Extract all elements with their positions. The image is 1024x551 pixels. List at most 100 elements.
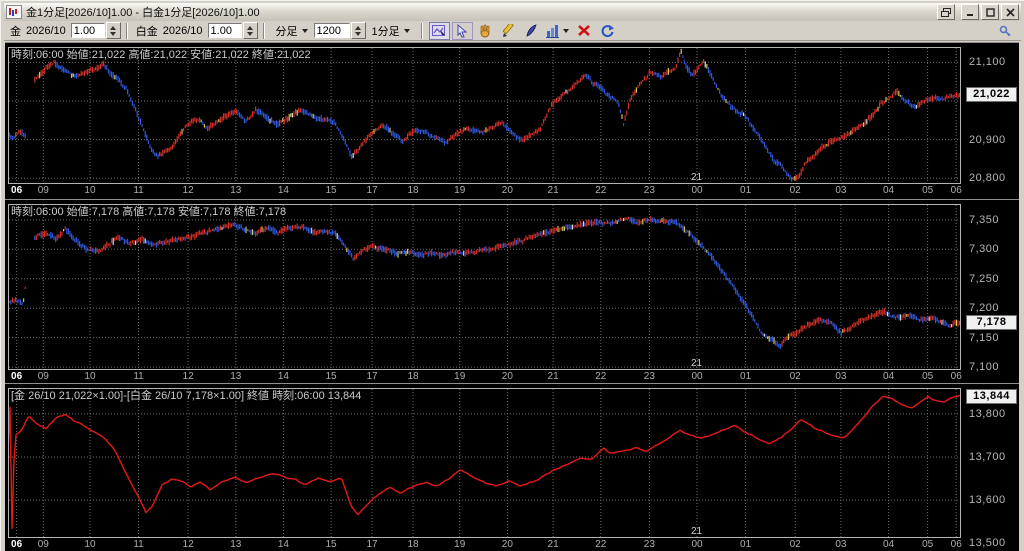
bar-count-input[interactable]: 1200 — [313, 23, 350, 38]
x-axis-label: 14 — [277, 185, 289, 196]
platinum-last-price-label: 7,178 — [966, 315, 1017, 331]
platinum-y-axis: 7,178 7,350 7,300 7,250 7,200 7,150 7,100 — [963, 200, 1019, 383]
timeframe-dropdown[interactable]: 1分足 — [370, 23, 412, 39]
x-axis-label: 10 — [84, 185, 96, 196]
gold-ohlc-info: 時刻:06:00 始値:21,022 高値:21,022 安値:21,022 終… — [11, 49, 311, 61]
x-axis-label: 00 — [691, 185, 703, 196]
y-axis-label: 13,700 — [969, 450, 1006, 463]
maximize-button[interactable] — [981, 4, 999, 20]
delete-drawing-button[interactable] — [574, 22, 595, 40]
platinum-multiplier-spinner[interactable] — [242, 22, 258, 39]
x-axis-label: 13 — [230, 539, 242, 550]
gold-x-axis: 06 09 10 11 12 13 14 15 17 18 19 20 21 22 23 00 01 02 03 04… — [8, 185, 962, 198]
window-title: 金1分足[2026/10]1.00 - 白金1分足[2026/10]1.00 — [26, 7, 260, 19]
x-axis-label: 19 — [454, 371, 466, 382]
x-axis-label: 11 — [133, 539, 144, 550]
x-axis-label: 17 — [366, 371, 378, 382]
chart-cursor-tool-button[interactable] — [428, 21, 450, 40]
y-axis-label: 7,250 — [969, 272, 1000, 285]
refresh-button[interactable] — [597, 22, 618, 40]
x-axis-label: 14 — [277, 371, 289, 382]
x-axis-label: 06 — [11, 539, 23, 550]
y-axis-label: 13,500 — [969, 537, 1006, 550]
y-axis-label: 20,800 — [969, 172, 1006, 185]
x-axis-label: 01 — [740, 185, 752, 196]
hand-icon — [480, 24, 490, 37]
x-axis-label: 15 — [325, 371, 337, 382]
pen-tool-button[interactable] — [521, 22, 542, 40]
platinum-symbol-label: 白金 — [135, 25, 158, 38]
x-axis-label: 22 — [595, 371, 607, 382]
interval-dropdown[interactable]: 分足 — [274, 23, 310, 39]
y-axis-label: 20,900 — [969, 133, 1006, 146]
chart-cursor-icon — [432, 24, 446, 36]
timeframe-dropdown-label: 1分足 — [371, 25, 400, 38]
select-tool-button[interactable] — [451, 21, 473, 40]
x-axis-label: 22 — [595, 539, 607, 550]
gold-multiplier-input[interactable]: 1.00 — [70, 23, 105, 38]
x-axis-label: 09 — [37, 371, 49, 382]
gold-candle-plot[interactable]: 21 — [8, 47, 961, 184]
x-axis-label: 15 — [325, 185, 337, 196]
x-axis-label: 19 — [454, 539, 466, 550]
refresh-icon — [601, 24, 614, 37]
spread-formula-info: [金 26/10 21,022×1.00]-[白金 26/10 7,178×1.… — [11, 390, 362, 402]
toolbar-separator — [262, 22, 265, 39]
x-axis-label: 20 — [501, 185, 513, 196]
x-axis-label: 19 — [454, 185, 466, 196]
x-axis-label: 03 — [835, 539, 847, 550]
spread-chart-panel: 21 [金 26/10 21,022×1.00]-[白金 26/10 7,178… — [5, 383, 1019, 551]
spread-last-price-label: 13,844 — [966, 388, 1017, 404]
pencil-tool-button[interactable] — [498, 22, 519, 40]
minimize-button[interactable] — [961, 4, 979, 20]
x-axis-label: 20 — [501, 371, 513, 382]
select-arrow-icon — [457, 23, 468, 37]
x-axis-label: 03 — [835, 185, 847, 196]
x-axis-label: 10 — [84, 539, 96, 550]
chevron-down-icon — [403, 28, 410, 33]
x-axis-label: 21 — [547, 185, 559, 196]
y-axis-label: 21,100 — [969, 56, 1006, 69]
x-axis-label: 20 — [501, 539, 513, 550]
toolbar: 金 2026/10 1.00 白金 2026/10 1.00 分足 1200 1… — [4, 21, 1021, 41]
toolbar-separator — [420, 22, 423, 39]
cascade-windows-button[interactable] — [937, 4, 955, 20]
pan-tool-button[interactable] — [475, 22, 496, 40]
x-axis-label: 02 — [789, 371, 801, 382]
gold-y-axis: 21,022 21,100 20,900 20,800 — [963, 43, 1019, 199]
x-axis-label: 01 — [740, 539, 752, 550]
x-axis-label: 04 — [883, 185, 895, 196]
x-axis-label: 06 — [11, 185, 23, 196]
x-axis-label: 00 — [691, 371, 703, 382]
platinum-chart-panel: 21 時刻:06:00 始値:7,178 高値:7,178 安値:7,178 終… — [5, 199, 1019, 383]
pen-icon — [526, 23, 537, 37]
x-axis-label: 11 — [133, 185, 144, 196]
y-axis-label: 13,600 — [969, 494, 1006, 507]
y-axis-label: 7,150 — [969, 331, 1000, 344]
spread-line-plot[interactable]: 21 — [8, 388, 961, 538]
bar-count-spinner[interactable] — [350, 22, 366, 39]
x-axis-label: 00 — [691, 539, 703, 550]
spread-y-axis: 13,844 13,800 13,700 13,600 13,500 — [963, 384, 1019, 551]
gold-multiplier-spinner[interactable] — [105, 22, 121, 39]
chart-window: 金1分足[2026/10]1.00 - 白金1分足[2026/10]1.00 金… — [0, 0, 1024, 551]
x-axis-label: 11 — [133, 371, 144, 382]
x-axis-label: 05 — [922, 371, 934, 382]
x-axis-label: 04 — [883, 371, 895, 382]
x-axis-label: 09 — [37, 185, 49, 196]
platinum-multiplier-input[interactable]: 1.00 — [207, 23, 242, 38]
x-axis-label: 17 — [366, 539, 378, 550]
close-button[interactable] — [1001, 4, 1019, 20]
platinum-candle-plot[interactable]: 21 — [8, 204, 961, 370]
svg-text:21: 21 — [691, 172, 703, 183]
bar-chart-icon — [545, 24, 569, 38]
title-bar[interactable]: 金1分足[2026/10]1.00 - 白金1分足[2026/10]1.00 — [4, 3, 1021, 21]
chart-type-button[interactable] — [544, 22, 572, 40]
x-axis-label: 18 — [407, 539, 419, 550]
close-icon — [1005, 7, 1015, 17]
cascade-icon — [941, 7, 951, 17]
svg-text:21: 21 — [691, 526, 703, 537]
gold-contract-month: 2026/10 — [26, 24, 66, 37]
x-axis-label: 14 — [277, 539, 289, 550]
settings-key-button[interactable] — [999, 25, 1012, 37]
